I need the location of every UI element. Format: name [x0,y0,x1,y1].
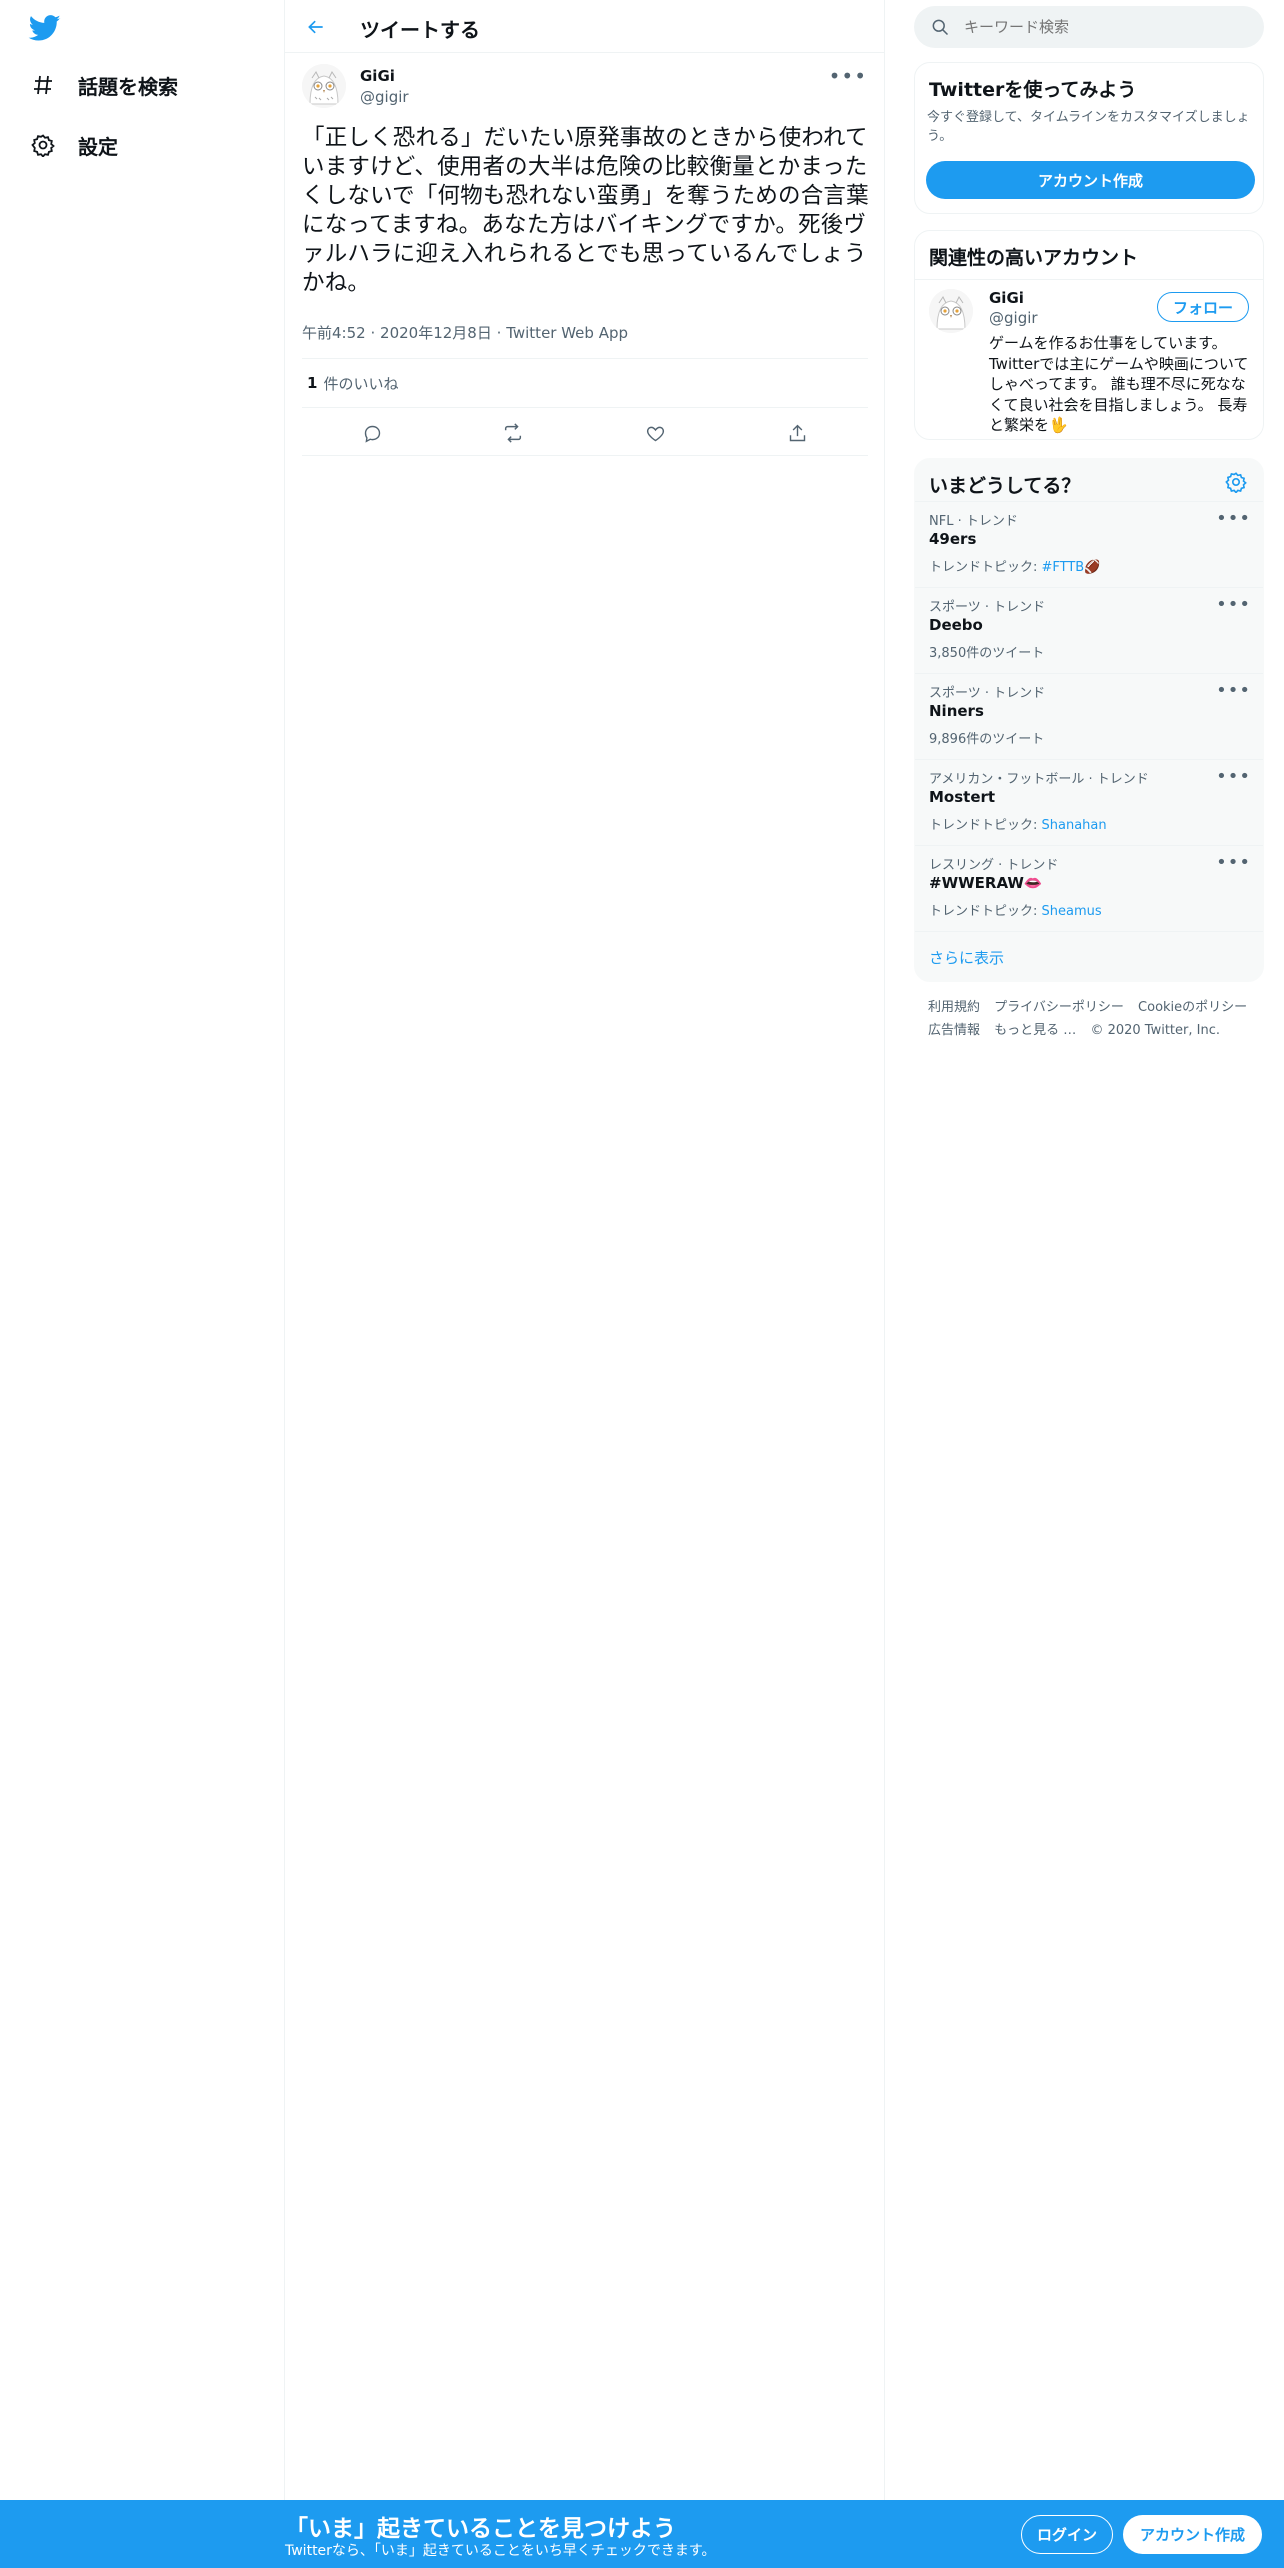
tweet-date[interactable]: 2020年12月8日 [380,324,492,342]
meta-separator: · [496,324,502,342]
likes-row[interactable]: 1 件のいいね [302,358,868,408]
trend-name: 49ers [929,530,977,548]
trend-name: Deebo [929,616,983,634]
more-options-icon[interactable]: ••• [1216,594,1251,615]
sidebar-item-explore[interactable]: 話題を検索 [26,65,178,105]
reply-icon[interactable] [357,418,387,448]
tweet-actions [302,408,868,456]
twitter-bird-icon[interactable] [27,12,63,44]
related-name[interactable]: GiGi [989,289,1024,307]
tweet-source[interactable]: Twitter Web App [506,324,628,342]
sidebar-item-label: 話題を検索 [78,74,178,99]
search-input[interactable] [964,18,1234,36]
gear-icon[interactable] [1225,471,1249,495]
related-accounts-card: 関連性の高いアカウント GiGi @gigir フォロー ゲームを作るお仕事をし… [914,230,1264,440]
related-bio: ゲームを作るお仕事をしています。 Twitterでは主にゲームや映画についてしゃ… [989,334,1249,434]
hashtag-icon [26,68,60,102]
search-icon [930,17,950,37]
footer-links: 利用規約 プライバシーポリシー Cookieのポリシー 広告情報 もっと見る …… [928,996,1258,1042]
trend-category: スポーツ · トレンド [929,600,1046,615]
trend-item[interactable]: NFL · トレンド 49ers トレンドトピック: #FTTB🏈 ••• [915,501,1263,587]
sidebar-item-label: 設定 [78,134,118,159]
back-arrow-icon[interactable] [299,10,333,44]
bottom-bar-title: 「いま」起きていることを見つけよう [285,2516,676,2542]
login-button[interactable]: ログイン [1021,2515,1113,2554]
author-name[interactable]: GiGi [360,67,395,85]
main-column: ツイートする GiGi @gigir ••• 「正しく恐れる」だいたい原発事故の… [285,0,885,2500]
signup-card-desc: 今すぐ登録して、タイムラインをカスタマイズしましょう。 [927,110,1250,144]
tweet-time[interactable]: 午前4:52 [302,324,366,342]
likes-label: 件のいいね [323,374,399,393]
trend-name: Niners [929,702,984,720]
trend-sub: トレンドトピック: Sheamus [929,900,1102,919]
avatar[interactable] [302,64,346,108]
like-icon[interactable] [640,418,670,448]
tweet-text: 「正しく恐れる」だいたい原発事故のときから使われていますけど、使用者の大半は危険… [302,125,869,296]
signup-card: Twitterを使ってみよう 今すぐ登録して、タイムラインをカスタマイズしましょ… [914,62,1264,214]
footer-link[interactable]: 利用規約 [928,1000,980,1015]
trend-sub-prefix: 9,896件のツイート [929,732,1045,747]
signup-button[interactable]: アカウント作成 [1123,2515,1262,2554]
footer-link[interactable]: もっと見る … [994,1023,1076,1038]
related-handle[interactable]: @gigir [989,309,1038,327]
likes-count: 1 [307,374,318,392]
trend-category: NFL · トレンド [929,514,1018,529]
more-options-icon[interactable]: ••• [1216,766,1251,787]
share-icon[interactable] [782,418,812,448]
trend-sub: 3,850件のツイート [929,642,1044,661]
sidebar-item-settings[interactable]: 設定 [26,125,118,165]
footer-link[interactable]: 広告情報 [928,1023,980,1038]
trend-topic-link[interactable]: Sheamus [1042,904,1102,919]
trend-name: #WWERAW👄 [929,874,1043,892]
page-title: ツイートする [360,18,480,42]
trend-sub: 9,896件のツイート [929,728,1044,747]
retweet-icon[interactable] [498,418,528,448]
trend-sub-prefix: トレンドトピック: [929,560,1042,575]
gear-icon [26,128,60,162]
copyright: © 2020 Twitter, Inc. [1090,1023,1220,1038]
trend-item[interactable]: スポーツ · トレンド Deebo 3,850件のツイート ••• [915,587,1263,673]
bottom-bar-subtitle: Twitterなら、「いま」起きていることをいち早くチェックできます。 [285,2543,716,2559]
author-handle[interactable]: @gigir [360,88,409,106]
related-title: 関連性の高いアカウント [929,247,1139,269]
footer-link[interactable]: Cookieのポリシー [1138,1000,1247,1015]
create-account-button[interactable]: アカウント作成 [926,161,1255,199]
trend-category: レスリング · トレンド [929,858,1059,873]
trend-item[interactable]: アメリカン・フットボール · トレンド Mostert トレンドトピック: Sh… [915,759,1263,845]
more-options-icon[interactable]: ••• [1216,852,1251,873]
tweet-meta: 午前4:52 · 2020年12月8日 · Twitter Web App [302,322,628,343]
left-sidebar: 話題を検索 設定 [0,0,285,2500]
signup-card-title: Twitterを使ってみよう [929,79,1137,101]
trend-name: Mostert [929,788,996,806]
trend-sub: トレンドトピック: Shanahan [929,814,1107,833]
trend-item[interactable]: レスリング · トレンド #WWERAW👄 トレンドトピック: Sheamus … [915,845,1263,931]
trend-sub-prefix: トレンドトピック: [929,818,1042,833]
meta-separator: · [370,324,376,342]
trend-category: スポーツ · トレンド [929,686,1046,701]
trend-sub-prefix: トレンドトピック: [929,904,1042,919]
trend-sub-prefix: 3,850件のツイート [929,646,1045,661]
bottom-signup-bar: 「いま」起きていることを見つけよう Twitterなら、「いま」起きていることを… [0,2500,1284,2568]
tweet-author: GiGi @gigir ••• [302,64,867,110]
divider [915,279,1263,280]
follow-button[interactable]: フォロー [1157,292,1249,322]
more-options-icon[interactable]: ••• [829,64,867,88]
trends-title: いまどうしてる？ [929,475,1081,497]
page-header: ツイートする [285,0,885,53]
more-options-icon[interactable]: ••• [1216,680,1251,701]
trend-topic-link[interactable]: #FTTB🏈 [1042,560,1101,575]
search-bar[interactable] [914,6,1264,48]
trend-sub: トレンドトピック: #FTTB🏈 [929,556,1100,575]
more-options-icon[interactable]: ••• [1216,508,1251,529]
trend-item[interactable]: スポーツ · トレンド Niners 9,896件のツイート ••• [915,673,1263,759]
footer-link[interactable]: プライバシーポリシー [994,1000,1124,1015]
avatar[interactable] [929,289,973,333]
trend-topic-link[interactable]: Shanahan [1042,818,1107,833]
show-more-link[interactable]: さらに表示 [915,931,1263,981]
trends-card: いまどうしてる？ NFL · トレンド 49ers トレンドトピック: #FTT… [914,458,1264,982]
trend-category: アメリカン・フットボール · トレンド [929,772,1149,787]
